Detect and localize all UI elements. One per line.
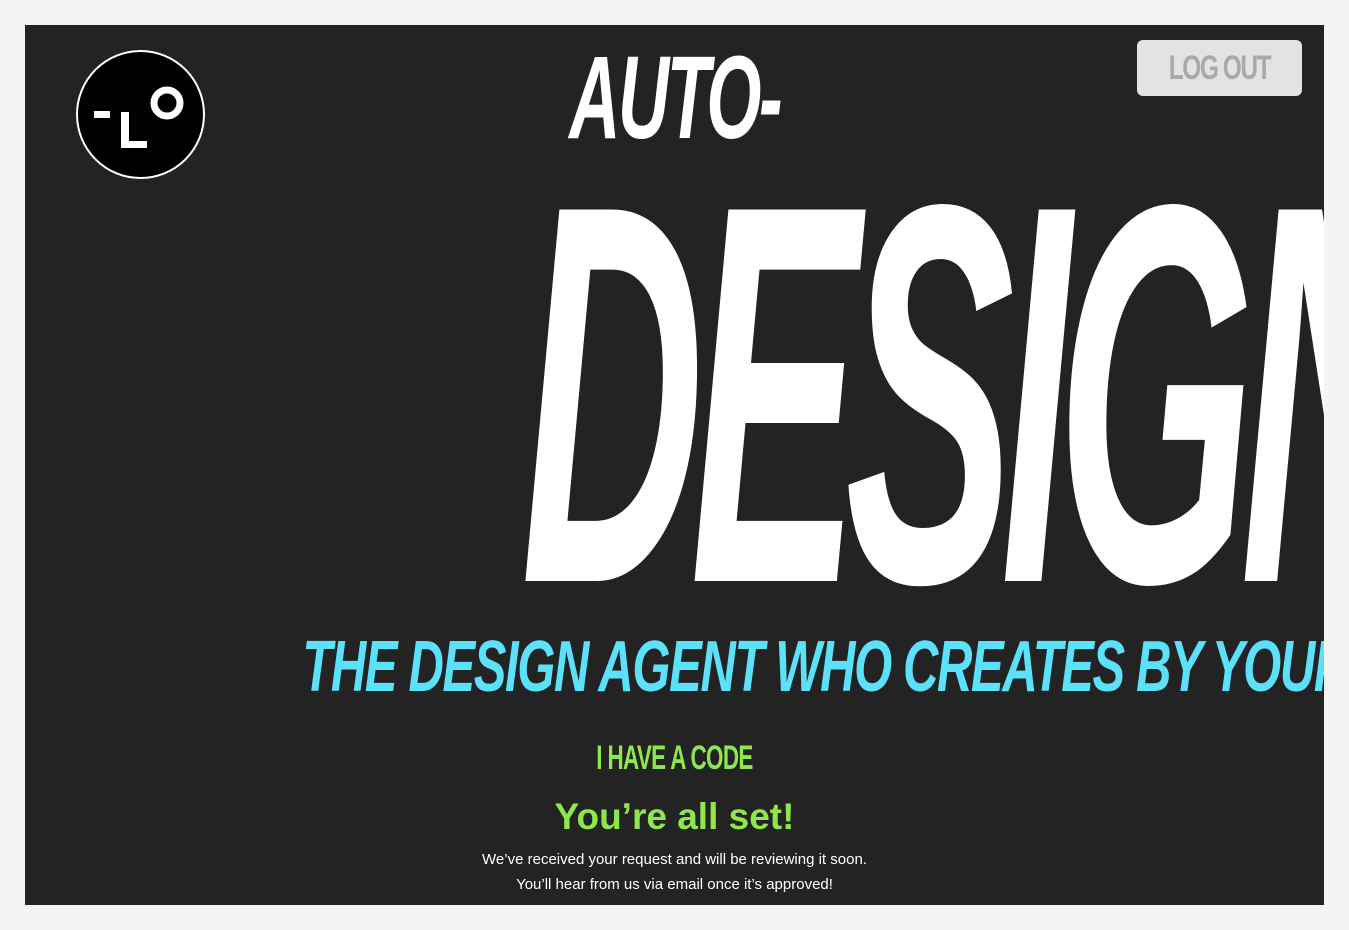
have-code-link-text[interactable]: I HAVE A CODE	[596, 737, 753, 779]
status-message-line-2: You’ll hear from us via email once it’s …	[516, 876, 833, 893]
have-code-link[interactable]: I HAVE A CODE	[25, 737, 1324, 779]
hero-title-main-text: DESIGN	[520, 93, 1324, 696]
app-frame: LOG OUT AUTO- DESIGN THE DESIGN AGENT WH…	[25, 25, 1324, 905]
status-message-line-1: We’ve received your request and will be …	[482, 851, 867, 868]
hero-tagline: THE DESIGN AGENT WHO CREATES BY YOUR SID…	[25, 625, 1324, 709]
hero-title-main: DESIGN	[25, 93, 1324, 696]
logo-glyph	[94, 86, 184, 148]
hero-tagline-text: THE DESIGN AGENT WHO CREATES BY YOUR SID…	[302, 627, 1324, 707]
lo-logo-icon[interactable]	[76, 50, 205, 179]
status-title: You’re all set!	[554, 796, 795, 837]
